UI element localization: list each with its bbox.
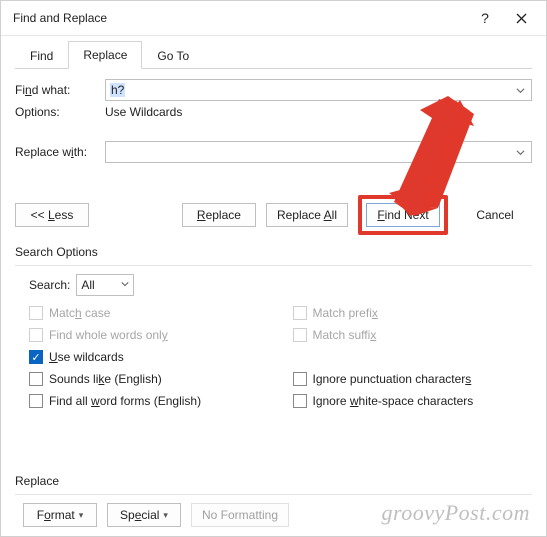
chevron-down-icon: ▾ [163,510,168,521]
checkbox-icon [293,328,307,342]
ignore-punctuation-checkbox[interactable]: Ignore punctuation characters [279,368,533,390]
checkbox-icon [29,394,43,408]
whole-words-checkbox: Find whole words only [15,324,269,346]
checkbox-label: Match case [49,306,110,320]
select-value: All [81,278,94,292]
checkbox-label: Match suffix [313,328,377,342]
checkbox-icon: ✓ [29,350,43,364]
dialog-body: Find Replace Go To Find what: h? Options… [1,36,546,537]
checkbox-label: Find whole words only [49,328,168,342]
divider [15,494,532,495]
tab-replace[interactable]: Replace [68,41,142,69]
watermark: groovyPost.com [381,500,530,526]
find-what-value: h? [110,83,125,97]
search-options-heading: Search Options [15,245,532,259]
tab-find[interactable]: Find [15,42,68,69]
checkbox-label: Sounds like (English) [49,372,162,386]
search-direction-label: Search: [29,278,70,292]
word-forms-checkbox[interactable]: Find all word forms (English) [15,390,269,412]
button-label: Special [120,508,159,522]
replace-with-row: Replace with: [15,141,532,163]
format-button[interactable]: Format ▾ [23,503,97,527]
chevron-down-icon: ▾ [79,510,84,521]
find-next-highlight: Find Next [358,195,448,235]
search-direction-row: Search: All [15,274,532,296]
options-right-column: Match prefix Match suffix x Ignore punct… [279,302,533,412]
checkbox-icon [29,372,43,386]
replace-with-input[interactable] [105,141,532,163]
button-label: << Less [31,208,74,222]
replace-button[interactable]: Replace [182,203,256,227]
replace-section-heading: Replace [15,474,532,488]
options-label: Options: [15,105,105,119]
checkbox-icon [293,372,307,386]
find-what-label: Find what: [15,83,105,97]
checkbox-icon [29,328,43,342]
dialog-title: Find and Replace [13,11,107,25]
match-case-checkbox: Match case [15,302,269,324]
chevron-down-icon [121,280,129,290]
tab-label: Go To [157,49,189,63]
tab-label: Find [30,49,53,63]
checkbox-icon [293,306,307,320]
button-label: Find Next [377,208,428,222]
cancel-button[interactable]: Cancel [458,203,532,227]
options-left-column: Match case Find whole words only ✓ Use w… [15,302,269,412]
options-columns: Match case Find whole words only ✓ Use w… [15,302,532,412]
sounds-like-checkbox[interactable]: Sounds like (English) [15,368,269,390]
checkbox-label: Find all word forms (English) [49,394,201,408]
checkbox-label: Use wildcards [49,350,124,364]
ignore-whitespace-checkbox[interactable]: Ignore white-space characters [279,390,533,412]
divider [15,265,532,266]
special-button[interactable]: Special ▾ [107,503,181,527]
close-icon [516,13,527,24]
close-button[interactable] [504,7,538,29]
use-wildcards-checkbox[interactable]: ✓ Use wildcards [15,346,269,368]
replace-all-button[interactable]: Replace All [266,203,348,227]
button-label: Format [37,508,75,522]
no-formatting-button: No Formatting [191,503,289,527]
tab-goto[interactable]: Go To [142,42,204,69]
checkbox-label: Ignore punctuation characters [313,372,472,386]
button-label: Cancel [476,208,513,222]
match-prefix-checkbox: Match prefix [279,302,533,324]
button-label: Replace [197,208,241,222]
checkbox-label: Match prefix [313,306,378,320]
options-row: Options: Use Wildcards [15,105,532,119]
checkbox-label: Ignore white-space characters [313,394,474,408]
button-label: No Formatting [202,508,278,522]
replace-with-label: Replace with: [15,145,105,159]
button-label: Replace All [277,208,337,222]
tab-strip: Find Replace Go To [15,40,532,69]
chevron-down-icon[interactable] [511,142,529,162]
window-controls: ? [468,7,538,29]
match-suffix-checkbox: Match suffix [279,324,533,346]
find-what-row: Find what: h? [15,79,532,101]
find-next-button[interactable]: Find Next [366,203,440,227]
chevron-down-icon[interactable] [511,80,529,100]
title-bar: Find and Replace ? [1,1,546,36]
search-direction-select[interactable]: All [76,274,134,296]
options-value: Use Wildcards [105,105,182,119]
less-button[interactable]: << Less [15,203,89,227]
help-button[interactable]: ? [468,7,502,29]
checkbox-icon [293,394,307,408]
tab-label: Replace [83,48,127,62]
button-bar: << Less Replace Replace All Find Next Ca… [15,195,532,235]
checkbox-icon [29,306,43,320]
find-what-input[interactable]: h? [105,79,532,101]
